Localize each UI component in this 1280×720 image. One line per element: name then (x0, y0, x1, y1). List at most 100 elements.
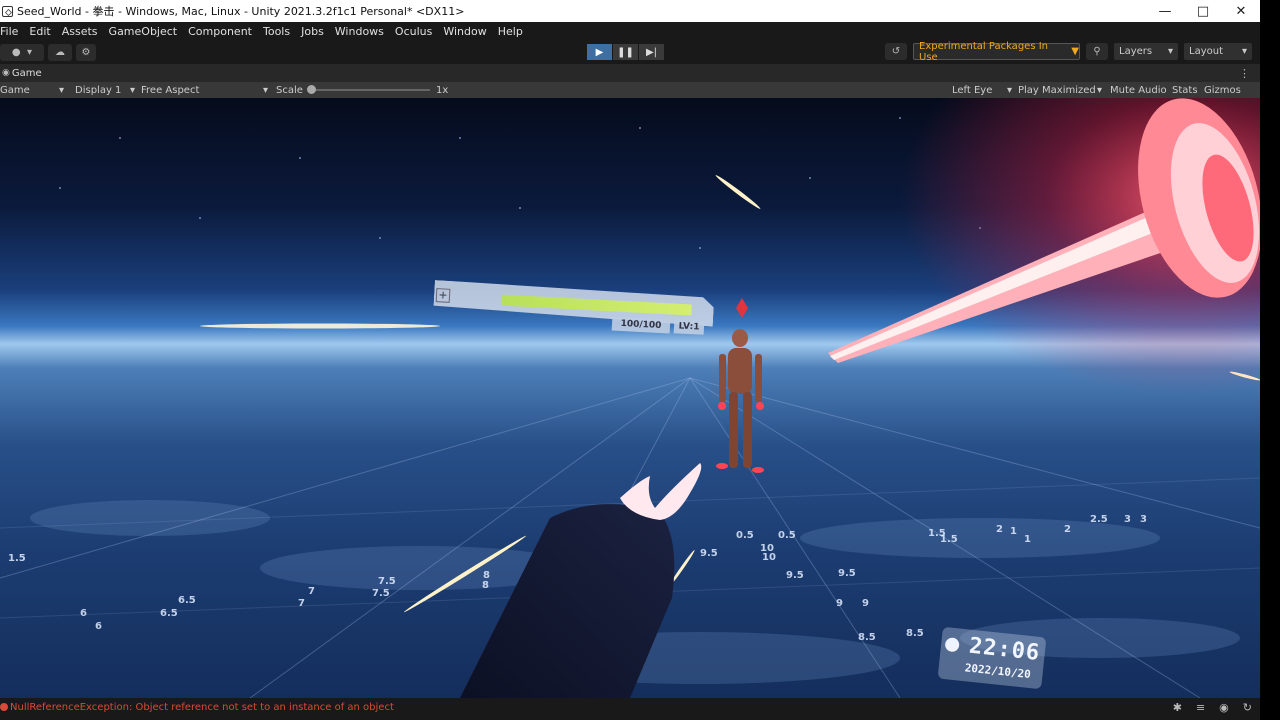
maximize-icon[interactable]: □ (1184, 0, 1222, 22)
scale-label: Scale (276, 84, 303, 96)
chevron-down-icon: ▾ (129, 84, 135, 96)
aspect-dropdown[interactable]: Free Aspect ▾ (141, 83, 268, 97)
level-readout: LV:1 (673, 319, 705, 335)
floor-number-label: 3 (1140, 514, 1147, 525)
search-icon: ⚲ (1093, 46, 1101, 57)
window-controls: — □ ✕ (1146, 0, 1260, 22)
main-toolbar: ● ▾ ☁ ⚙ ▶ ❚❚ ▶| ↺ Experimental Packages … (0, 40, 1260, 64)
display-dropdown[interactable]: Display 1 ▾ (75, 83, 135, 97)
floor-number-label: 8 (482, 580, 489, 591)
search-button[interactable]: ⚲ (1086, 43, 1108, 60)
view-select-label: Game (0, 84, 30, 96)
floor-number-label: 2 (996, 524, 1003, 535)
close-icon[interactable]: ✕ (1222, 0, 1260, 22)
account-button[interactable]: ● ▾ (0, 43, 44, 61)
scale-slider-handle[interactable] (307, 85, 316, 94)
menu-windows[interactable]: Windows (335, 25, 384, 38)
chevron-down-icon: ▾ (1096, 84, 1102, 96)
tab-game[interactable]: Game (12, 68, 42, 79)
game-view-toolbar: Game ▾ Display 1 ▾ Free Aspect ▾ Scale 1… (0, 82, 1260, 98)
eye-icon[interactable]: ◉ (1219, 701, 1229, 714)
floor-number-label: 9.5 (786, 570, 804, 581)
chevron-down-icon: ▾ (1241, 46, 1247, 57)
menu-assets[interactable]: Assets (62, 25, 98, 38)
floor-number-label: 7 (298, 598, 305, 609)
pause-icon: ❚❚ (617, 46, 634, 58)
menu-jobs[interactable]: Jobs (301, 25, 324, 38)
floor-number-label: 9.5 (838, 568, 856, 579)
floor-number-label: 1 (1024, 534, 1031, 545)
menu-component[interactable]: Component (188, 25, 252, 38)
stats-toggle[interactable]: Stats (1172, 83, 1198, 97)
floor-number-label: 6.5 (160, 608, 178, 619)
floor-number-label: 9.5 (700, 548, 718, 559)
scale-slider-track[interactable] (312, 89, 430, 91)
laser-sword (780, 98, 1260, 428)
status-icons: ✱ ≡ ◉ ↻ (1173, 701, 1252, 714)
gizmos-toggle[interactable]: Gizmos (1204, 83, 1241, 97)
toolbar-right-group: ↺ Experimental Packages In Use ▼ ⚲ Layer… (885, 41, 1252, 63)
floor-number-label: 7 (308, 586, 315, 597)
chevron-down-icon: ▼ (1071, 46, 1079, 57)
cloud-icon: ☁ (55, 46, 65, 58)
minimize-icon[interactable]: — (1146, 0, 1184, 22)
menu-bar: File Edit Assets GameObject Component To… (0, 22, 1260, 40)
chevron-down-icon: ▾ (262, 84, 268, 96)
floor-number-label: 8.5 (858, 632, 876, 643)
account-icon: ● (11, 46, 21, 58)
chevron-down-icon: ▾ (58, 84, 64, 96)
floor-number-label: 9 (836, 598, 843, 609)
chevron-down-icon: ▾ (27, 46, 33, 58)
cloud-button[interactable]: ☁ (48, 43, 72, 61)
play-maximized-dropdown[interactable]: Play Maximized ▾ (1018, 83, 1102, 97)
collab-button[interactable]: ⚙ (76, 43, 96, 61)
unity-logo-icon (2, 5, 13, 17)
playmode-controls: ▶ ❚❚ ▶| (587, 44, 664, 60)
bug-icon[interactable]: ✱ (1173, 701, 1182, 714)
menu-window[interactable]: Window (443, 25, 486, 38)
game-tab-header: ◉ Game ⋮ (0, 64, 1260, 82)
step-button[interactable]: ▶| (639, 44, 664, 60)
view-select-dropdown[interactable]: Game ▾ (0, 83, 64, 97)
play-button[interactable]: ▶ (587, 44, 612, 60)
floor-number-label: 1.5 (8, 553, 26, 564)
error-icon (0, 703, 8, 711)
undo-history-button[interactable]: ↺ (885, 43, 907, 60)
floor-number-label: 8.5 (906, 628, 924, 639)
refresh-icon[interactable]: ↻ (1243, 701, 1252, 714)
floor-number-label: 2.5 (1090, 514, 1108, 525)
mute-audio-toggle[interactable]: Mute Audio (1110, 83, 1167, 97)
status-bar: NullReferenceException: Object reference… (0, 698, 1260, 720)
floor-number-label: 6 (95, 621, 102, 632)
layers-dropdown[interactable]: Layers ▾ (1114, 43, 1178, 60)
floor-number-label: 10 (762, 552, 776, 563)
game-scene (0, 98, 1260, 698)
window-title: Seed_World - 拳击 - Windows, Mac, Linux - … (17, 5, 465, 18)
menu-gameobject[interactable]: GameObject (109, 25, 178, 38)
pause-button[interactable]: ❚❚ (613, 44, 638, 60)
menu-tools[interactable]: Tools (263, 25, 290, 38)
opponent-character (716, 298, 764, 473)
menu-edit[interactable]: Edit (29, 25, 50, 38)
collab-icon: ⚙ (81, 46, 91, 58)
menu-help[interactable]: Help (498, 25, 523, 38)
game-viewport[interactable]: + 100/100 LV:1 1.5 6 6 6.5 6.5 7 7 7.5 7.5 8 8 8.5 8… (0, 98, 1260, 698)
eye-dropdown[interactable]: Left Eye ▾ (952, 83, 1012, 97)
floor-number-label: 9 (862, 598, 869, 609)
layout-dropdown[interactable]: Layout ▾ (1184, 43, 1252, 60)
history-icon: ↺ (891, 46, 901, 57)
menu-oculus[interactable]: Oculus (395, 25, 432, 38)
floor-number-label: 2 (1064, 524, 1071, 535)
aspect-label: Free Aspect (141, 84, 200, 96)
chevron-down-icon: ▾ (1167, 46, 1173, 57)
toolbar-left-group: ● ▾ ☁ ⚙ (0, 43, 96, 61)
step-icon: ▶| (645, 46, 658, 58)
console-status-message[interactable]: NullReferenceException: Object reference… (10, 702, 394, 713)
more-options-icon[interactable]: ⋮ (1239, 67, 1250, 80)
play-maximized-label: Play Maximized (1018, 84, 1096, 96)
progress-icon[interactable]: ≡ (1196, 701, 1205, 714)
play-icon: ▶ (595, 46, 604, 58)
menu-file[interactable]: File (0, 25, 18, 38)
experimental-packages-dropdown[interactable]: Experimental Packages In Use ▼ (913, 41, 1080, 63)
plus-icon: + (435, 288, 451, 303)
